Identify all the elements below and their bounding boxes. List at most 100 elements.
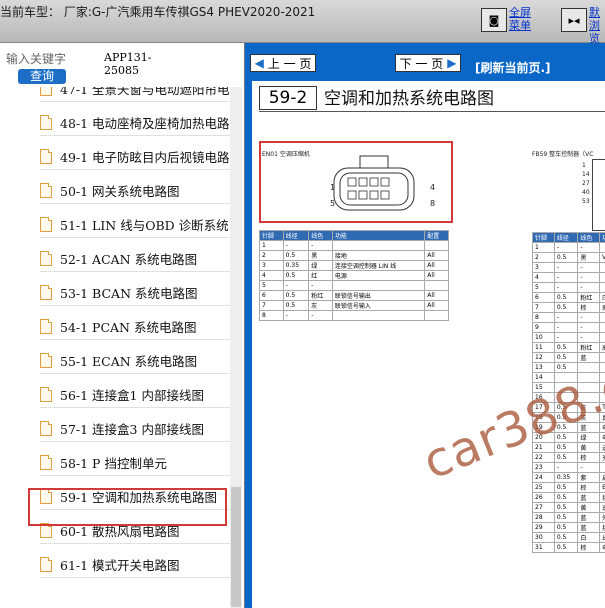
table-cell: 红 [308,270,333,281]
pin-label: 5 [330,199,336,208]
table-row: 240.35紫启 [532,472,605,483]
list-item[interactable]: 47-1 全景天窗与电动遮阳帘电 [40,87,230,102]
table-cell: 3 [259,260,284,271]
table-cell: - [308,310,333,321]
page-title: 空调和加热系统电路图 [324,89,494,109]
fullscreen-menu-button[interactable]: ◙ 全屏 菜单 [481,6,541,34]
table-header-cell: 针脚 [259,230,284,241]
table-cell: 紫 [577,472,601,483]
table-cell: 棕 [577,452,601,463]
prev-page-button[interactable]: ◀ 上 一 页 [250,54,316,72]
table-cell: 0.5 [553,342,579,353]
search-area: 查询 APP131- 25085 [0,43,244,87]
list-item[interactable]: 48-1 电动座椅及座椅加热电路 [40,109,230,136]
list-scrollbar[interactable] [230,87,242,608]
list-item[interactable]: 56-1 连接盒1 内部接线图 [40,381,230,408]
viewer-panel: ◀ 上 一 页 下 一 页 ▶ [刷新当前页.] 59-2 空调和加热系统电路图… [245,43,605,608]
table-row: 60.5粉红压锁 [532,292,605,303]
document-icon [40,148,52,164]
table-cell: 0.5 [553,502,579,513]
table-cell: 黑 [577,252,601,263]
table-cell: 黑 [308,250,333,261]
table-cell: 联锁信号输出 [331,290,426,301]
table-cell: 接地 [331,250,426,261]
table-cell: - [553,332,579,343]
list-item[interactable]: 52-1 ACAN 系统电路图 [40,245,230,272]
list-item[interactable]: 58-1 P 挡控制单元 [40,449,230,476]
refresh-link[interactable]: [刷新当前页.] [475,59,551,76]
table-cell: 14 [532,372,555,383]
list-item[interactable]: 57-1 连接盒3 内部接线图 [40,415,230,442]
table-cell: 速 [599,502,605,513]
table-cell [424,280,449,291]
table-row: 3-- [532,262,605,273]
document-page: 59-2 空调和加热系统电路图 EN01 空调压缩机 1 5 4 8 针脚 线径线… [252,81,605,608]
table-cell: 25 [532,482,555,493]
table-row: 7 0.5 灰联锁信号输入 All [259,300,449,311]
table-cell: 0.5 [553,452,579,463]
scroll-thumb[interactable] [231,487,241,607]
search-input[interactable] [6,51,76,67]
fullscreen-label-1: 全屏 [509,6,531,19]
browse-button[interactable]: ▸◂ 默 浏览 [561,6,605,45]
table-header-cell: 线径 [282,230,310,241]
table-header-cell: 配置 [424,230,449,241]
left-panel: 查询 APP131- 25085 47-1 全景天窗与电动遮阳帘电 48-1 电… [0,43,245,608]
browse-label-1: 默 [589,6,600,19]
table-cell: 23 [532,462,555,473]
table-cell: 1 [532,242,555,253]
table-row: 10- - [532,332,605,343]
table-cell: - [577,282,601,293]
table-cell: - [553,462,579,473]
table-cell: 8 [259,310,284,321]
table-cell: 0.5 [553,542,579,553]
table-cell: - [577,462,601,473]
browse-label-2: 浏览 [589,19,600,45]
list-item[interactable]: 51-1 LIN 线与OBD 诊断系统电 [40,211,230,238]
table-cell [599,282,605,293]
table-cell: - [577,242,601,253]
table-cell [331,240,426,251]
table-cell: - [553,322,579,333]
table-cell: 连接空调控制器 LIN 线 [331,260,426,271]
list-item[interactable]: 54-1 PCAN 系统电路图 [40,313,230,340]
table-cell [599,312,605,323]
table-row: 310.5棕电 [532,542,605,553]
table-row: 110.5粉红高 [532,342,605,353]
list-item[interactable]: 55-1 ECAN 系统电路图 [40,347,230,374]
table-cell [331,280,426,291]
table-cell: 5 [259,280,284,291]
table-cell: 电 [599,542,605,553]
table-cell: 进 [599,442,605,453]
search-button[interactable]: 查询 [18,69,66,84]
next-page-button[interactable]: 下 一 页 ▶ [395,54,461,72]
table-cell: 9 [532,322,555,333]
table-cell: 29 [532,522,555,533]
table-cell: 灰 [308,300,333,311]
table-cell: - [577,262,601,273]
list-item[interactable]: 49-1 电子防眩目内后视镜电路 [40,143,230,170]
table-cell: 2 [259,250,284,261]
table-cell: ER [599,482,605,493]
table-cell: 粉红 [308,290,333,301]
table-cell: - [553,272,579,283]
table-cell: 高 [599,342,605,353]
table-row: 8-- [532,312,605,323]
list-item[interactable]: 50-1 网关系统电路图 [40,177,230,204]
list-item[interactable]: 61-1 模式开关电路图 [40,551,230,578]
table-cell: 7 [259,300,284,311]
table-cell: 22 [532,452,555,463]
selection-highlight [28,488,227,526]
connector-label: FB59 整车控制器（VC [532,151,594,158]
app-code-line-2: 25085 [104,64,139,77]
vcu-pin-labels: 1 14 27 40 53 [582,162,590,205]
table-cell: 10 [532,332,555,343]
table-row: 300.5白出 [532,532,605,543]
list-item[interactable]: 53-1 BCAN 系统电路图 [40,279,230,306]
table-row: 12 0.5 蓝 [532,352,605,363]
table-cell: 蓝 [577,492,601,503]
table-row: 9-- [532,322,605,333]
table-row: 5-- [259,280,449,291]
document-icon [40,182,52,198]
table-cell: - [553,312,579,323]
